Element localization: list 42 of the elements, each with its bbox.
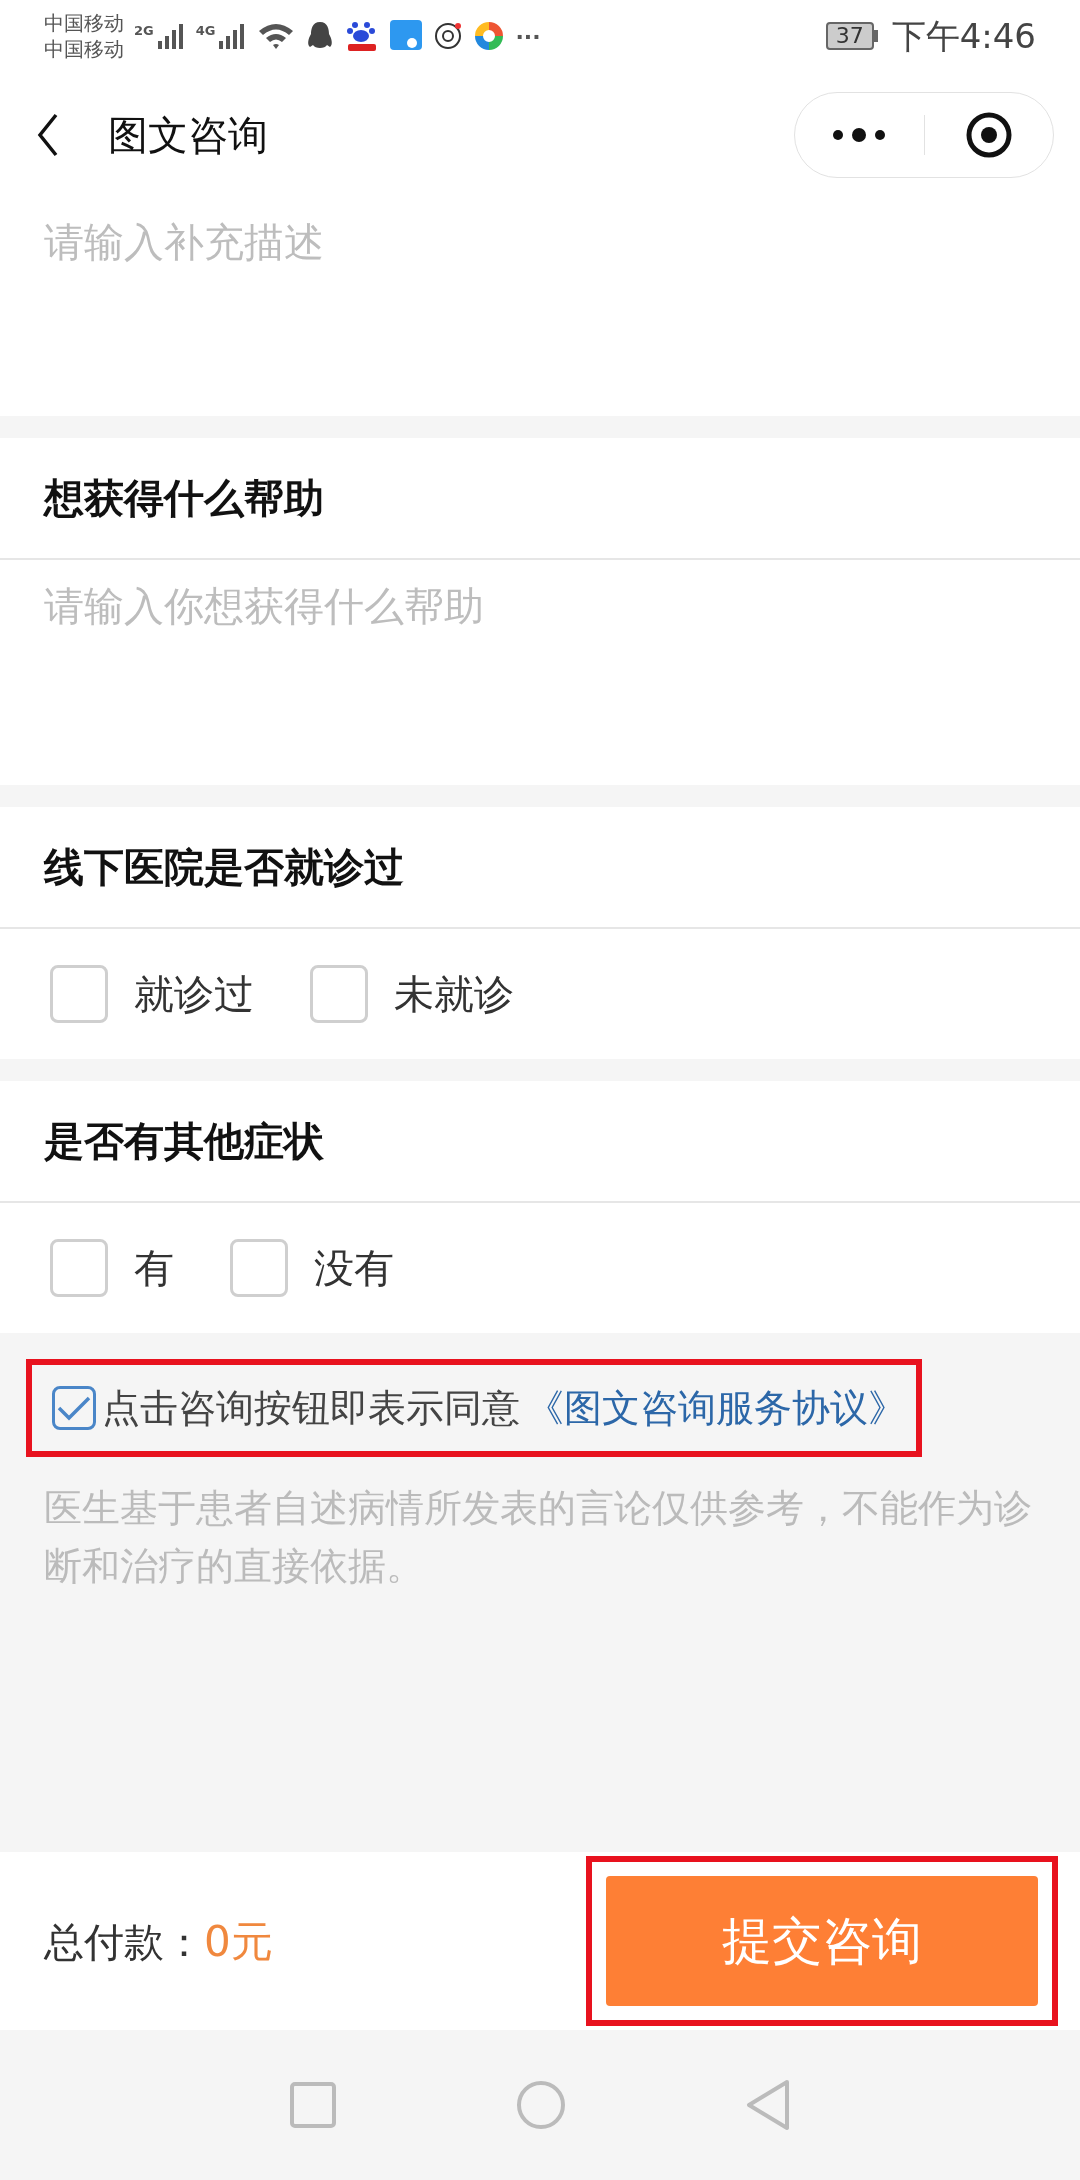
chat-app-icon <box>389 19 424 53</box>
option-label: 未就诊 <box>394 970 514 1019</box>
wifi-icon <box>257 21 296 51</box>
signal-icon <box>155 21 186 51</box>
triangle-icon <box>745 2079 791 2131</box>
disc-icon <box>433 21 464 51</box>
checkbox[interactable] <box>50 965 108 1023</box>
back-nav-button[interactable] <box>745 2079 791 2131</box>
option-label: 就诊过 <box>134 970 254 1019</box>
carrier-label: 中国移动 <box>44 36 124 62</box>
colorful-ring-icon <box>473 20 506 52</box>
battery-level: 37 <box>825 22 874 50</box>
clock-text: 下午4:46 <box>891 14 1036 58</box>
option-label: 没有 <box>314 1244 394 1293</box>
disclaimer-text: 医生基于患者自述病情所发表的言论仅供参考，不能作为诊断和治疗的直接依据。 <box>43 1485 1033 1590</box>
circle-icon <box>515 2079 567 2131</box>
total-amount: 0元 <box>204 1915 273 1968</box>
checkbox[interactable] <box>230 1239 288 1297</box>
option-label: 有 <box>134 1244 174 1293</box>
carrier-label: 中国移动 <box>44 10 124 36</box>
square-icon <box>289 2081 337 2129</box>
agreement-link[interactable]: 《图文咨询服务协议》 <box>526 1379 906 1437</box>
section-title: 想获得什么帮助 <box>44 474 324 523</box>
home-button[interactable] <box>515 2079 567 2131</box>
checkbox[interactable] <box>310 965 368 1023</box>
checkbox[interactable] <box>52 1386 96 1430</box>
target-icon <box>964 111 1013 159</box>
total-label: 总付款： <box>44 1917 204 1967</box>
network-label: 2G <box>134 22 154 40</box>
help-field[interactable]: 请输入你想获得什么帮助 <box>0 560 1080 785</box>
back-icon <box>36 112 60 158</box>
more-icon <box>831 127 888 143</box>
page-title: 图文咨询 <box>108 111 269 160</box>
recent-apps-button[interactable] <box>289 2081 337 2129</box>
section-title: 线下医院是否就诊过 <box>44 843 404 892</box>
section-title: 是否有其他症状 <box>44 1117 324 1166</box>
description-field[interactable]: 请输入补充描述 <box>0 198 1080 416</box>
agreement-text: 点击咨询按钮即表示同意 <box>102 1384 520 1432</box>
more-notifications-text: ··· <box>515 22 541 51</box>
check-icon <box>56 1394 92 1422</box>
checkbox[interactable] <box>50 1239 108 1297</box>
network-label: 4G <box>195 22 216 40</box>
